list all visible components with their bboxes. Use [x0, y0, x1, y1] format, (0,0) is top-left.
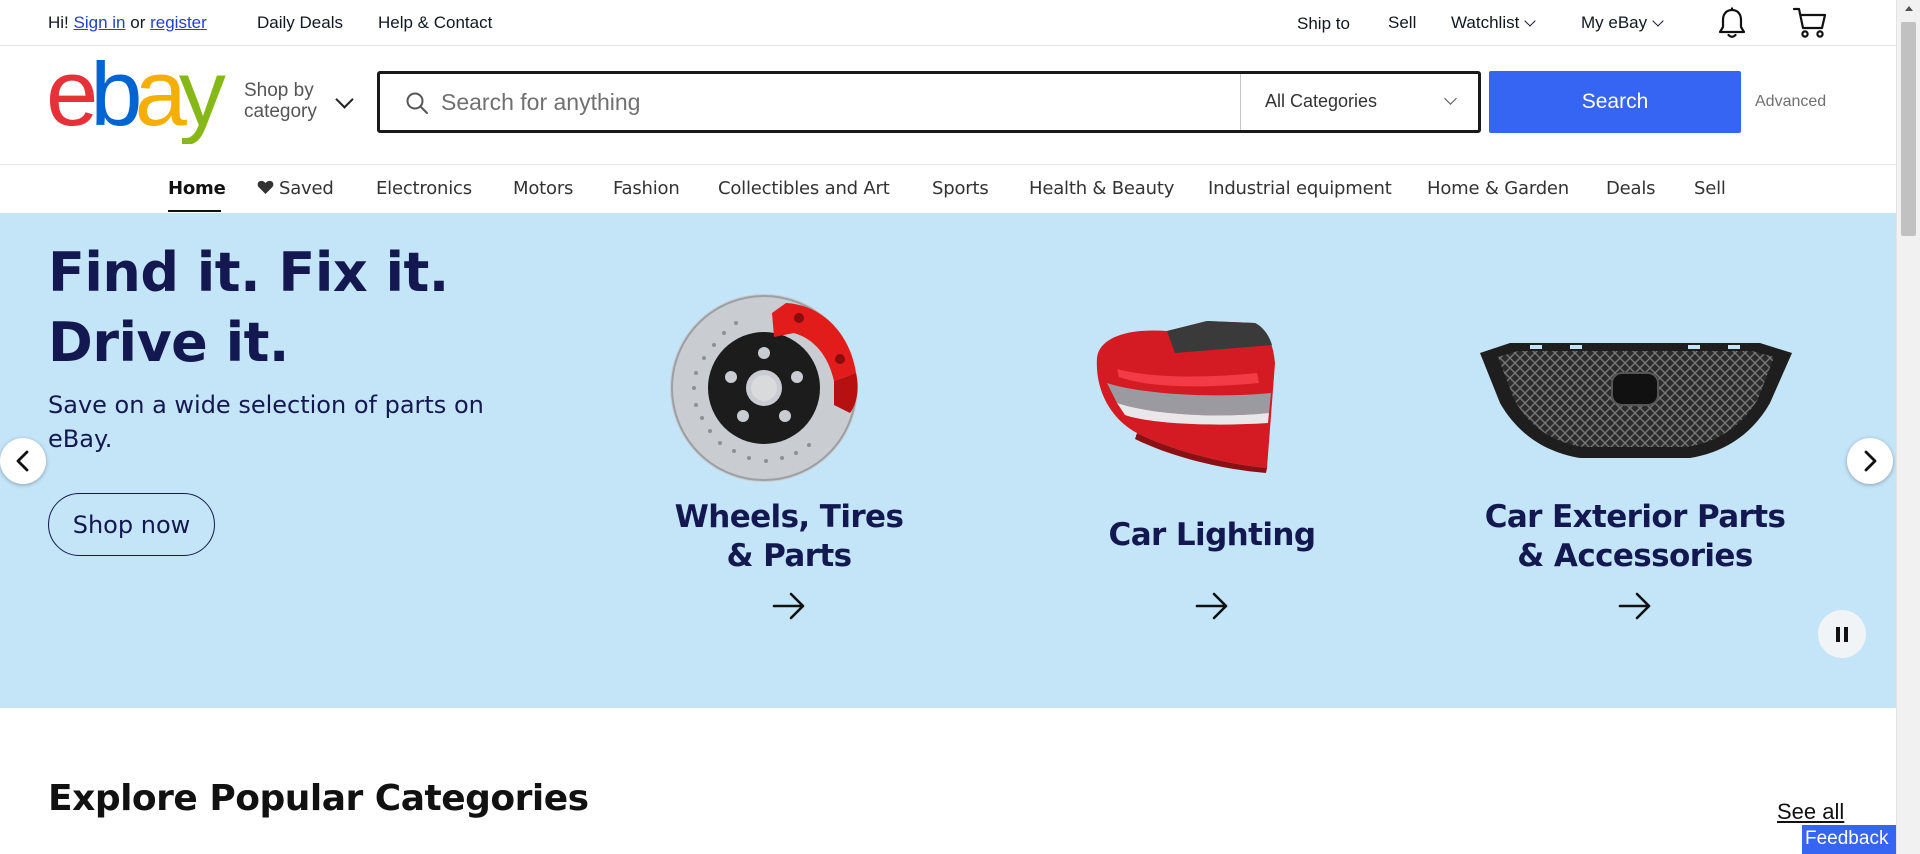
greeting: Hi! Sign in or register: [48, 13, 207, 33]
nav-item-sell[interactable]: Sell: [1694, 178, 1726, 199]
bell-icon[interactable]: [1716, 6, 1748, 40]
ship-to-button[interactable]: Ship to: [1297, 14, 1350, 34]
front-grille-image: [1480, 343, 1792, 458]
chevron-down-icon: [1524, 15, 1536, 27]
feedback-button[interactable]: Feedback: [1802, 825, 1896, 854]
daily-deals-link[interactable]: Daily Deals: [257, 13, 343, 33]
category-label: category: [244, 101, 317, 122]
tile-wheels-line1: Wheels, Tires: [674, 499, 904, 535]
tile-car-exterior-parts[interactable]: Car Exterior Parts & Accessories: [1470, 273, 1800, 633]
chevron-down-icon: [1652, 15, 1664, 27]
nav-item-fashion[interactable]: Fashion: [613, 178, 680, 199]
tile-wheels-tires-parts[interactable]: Wheels, Tires & Parts: [624, 273, 954, 633]
ebay-logo-text: ebay: [46, 60, 226, 144]
explore-section-title: Explore Popular Categories: [48, 778, 589, 819]
nav-item-industrial-equipment[interactable]: Industrial equipment: [1208, 178, 1392, 199]
chevron-left-icon: [16, 450, 29, 472]
search-button[interactable]: Search: [1489, 71, 1741, 133]
nav-item-home-garden[interactable]: Home & Garden: [1427, 178, 1569, 199]
carousel-next-button[interactable]: [1847, 438, 1893, 484]
my-ebay-label: My eBay: [1581, 13, 1648, 32]
chevron-right-icon: [1864, 450, 1877, 472]
hero-heading-line1: Find it. Fix it.: [48, 241, 449, 304]
shop-by-category-button[interactable]: Shop by category: [244, 80, 317, 122]
hero-subtext: Save on a wide selection of parts on eBa…: [48, 391, 484, 453]
search-icon: [406, 92, 428, 114]
search-input[interactable]: [441, 82, 1191, 122]
hero-banner: Find it. Fix it. Drive it. Save on a wid…: [0, 213, 1896, 708]
nav-item-health-beauty[interactable]: Health & Beauty: [1029, 178, 1174, 199]
cart-icon[interactable]: [1792, 6, 1828, 40]
hero-heading: Find it. Fix it. Drive it.: [48, 238, 449, 378]
carousel-pause-button[interactable]: [1818, 610, 1866, 658]
hero-heading-line2: Drive it.: [48, 311, 289, 374]
arrow-right-icon: [1195, 592, 1228, 620]
category-select[interactable]: All Categories: [1240, 74, 1478, 130]
category-nav: Home Saved Electronics Motors Fashion Co…: [0, 165, 1896, 213]
register-link[interactable]: register: [150, 13, 207, 32]
tile-car-lighting[interactable]: Car Lighting: [1047, 273, 1377, 633]
search-bar: All Categories: [377, 71, 1481, 133]
tile-lighting-line1: Car Lighting: [1108, 517, 1317, 553]
nav-item-saved[interactable]: Saved: [257, 178, 334, 199]
carousel-prev-button[interactable]: [0, 438, 46, 484]
tile-exterior-label: Car Exterior Parts & Accessories: [1470, 498, 1800, 576]
tile-exterior-line1: Car Exterior Parts: [1484, 499, 1786, 535]
or-text: or: [130, 13, 146, 32]
top-utility-bar: Hi! Sign in or register Daily Deals Help…: [0, 0, 1896, 46]
chevron-down-icon[interactable]: [335, 90, 354, 109]
nav-item-saved-label: Saved: [279, 178, 334, 199]
tile-exterior-line2: & Accessories: [1517, 538, 1753, 574]
brake-disc-image: [670, 294, 858, 482]
watchlist-label: Watchlist: [1451, 13, 1520, 32]
active-tab-indicator: [168, 210, 221, 212]
advanced-search-link[interactable]: Advanced: [1755, 93, 1826, 111]
sell-link[interactable]: Sell: [1388, 13, 1416, 33]
tile-wheels-line2: & Parts: [726, 538, 853, 574]
scrollbar-thumb[interactable]: [1901, 22, 1916, 236]
nav-item-deals[interactable]: Deals: [1606, 178, 1656, 199]
category-select-value: All Categories: [1265, 91, 1378, 111]
pause-icon: [1836, 627, 1840, 642]
shop-now-button[interactable]: Shop now: [48, 493, 215, 556]
shop-by-label: Shop by: [244, 80, 314, 101]
help-contact-link[interactable]: Help & Contact: [378, 13, 492, 33]
nav-item-sports[interactable]: Sports: [932, 178, 989, 199]
my-ebay-menu[interactable]: My eBay: [1581, 13, 1664, 33]
pause-icon: [1844, 627, 1848, 642]
heart-icon: [257, 180, 274, 194]
arrow-right-icon: [772, 592, 805, 620]
tail-light-image: [1096, 321, 1275, 473]
page-scrollbar[interactable]: [1896, 0, 1920, 854]
nav-item-collectibles-art[interactable]: Collectibles and Art: [718, 178, 890, 199]
see-all-link[interactable]: See all: [1777, 799, 1844, 825]
greeting-text: Hi!: [48, 13, 69, 32]
sign-in-link[interactable]: Sign in: [74, 13, 126, 32]
watchlist-menu[interactable]: Watchlist: [1451, 13, 1536, 33]
tile-wheels-label: Wheels, Tires & Parts: [624, 498, 954, 576]
chevron-down-icon: [1444, 92, 1457, 105]
nav-item-motors[interactable]: Motors: [513, 178, 573, 199]
scroll-up-arrow-icon[interactable]: [1905, 6, 1913, 11]
arrow-right-icon: [1618, 592, 1651, 620]
nav-item-electronics[interactable]: Electronics: [376, 178, 472, 199]
nav-item-home[interactable]: Home: [168, 178, 226, 199]
ebay-logo[interactable]: ebay: [46, 60, 226, 144]
tile-lighting-label: Car Lighting: [1047, 516, 1377, 555]
